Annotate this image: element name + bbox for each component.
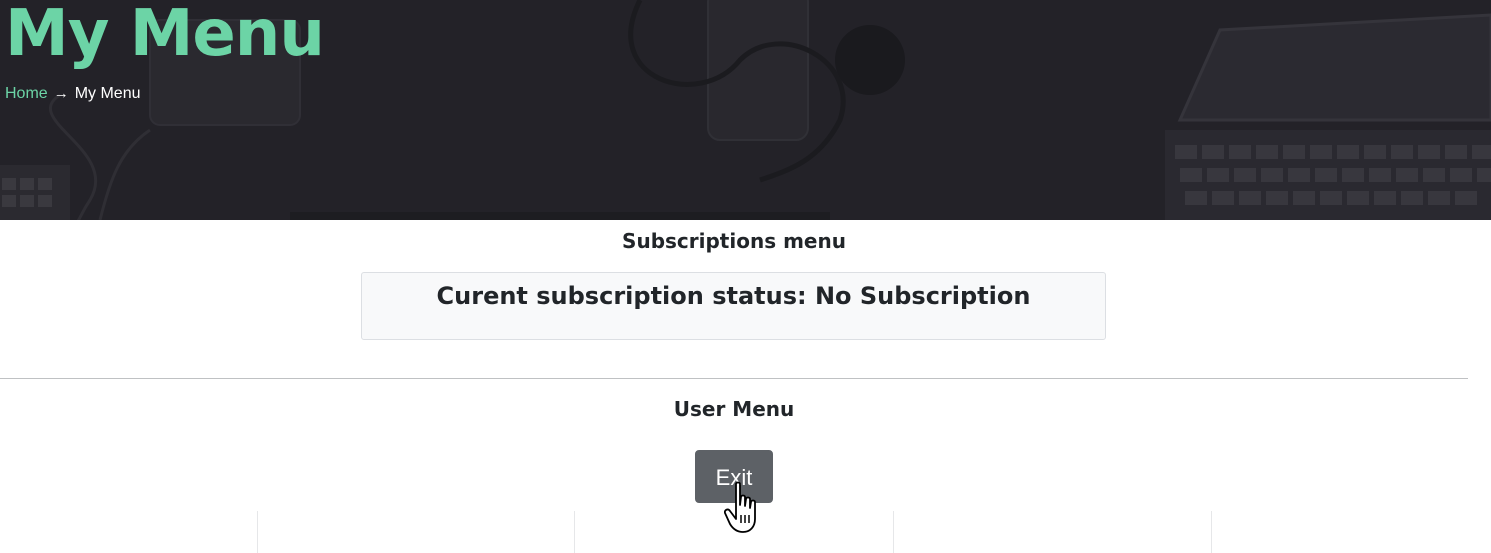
column-divider [574,511,575,553]
column-divider [257,511,258,553]
subscription-status-card: Curent subscription status: No Subscript… [361,272,1106,340]
arrow-right-icon: → [53,85,69,102]
page-header-banner: My Menu Home → My Menu [0,0,1491,220]
breadcrumb: Home → My Menu [5,84,140,104]
column-divider [1211,511,1212,553]
breadcrumb-current: My Menu [74,85,141,102]
user-menu-heading: User Menu [673,397,795,421]
exit-button[interactable]: Exit [695,450,773,503]
column-divider [893,511,894,553]
subscriptions-heading: Subscriptions menu [622,229,846,253]
subscription-status-text: Curent subscription status: No Subscript… [436,282,1031,310]
page-title: My Menu [5,0,325,71]
breadcrumb-home-link[interactable]: Home [5,84,48,104]
section-divider [0,378,1468,379]
